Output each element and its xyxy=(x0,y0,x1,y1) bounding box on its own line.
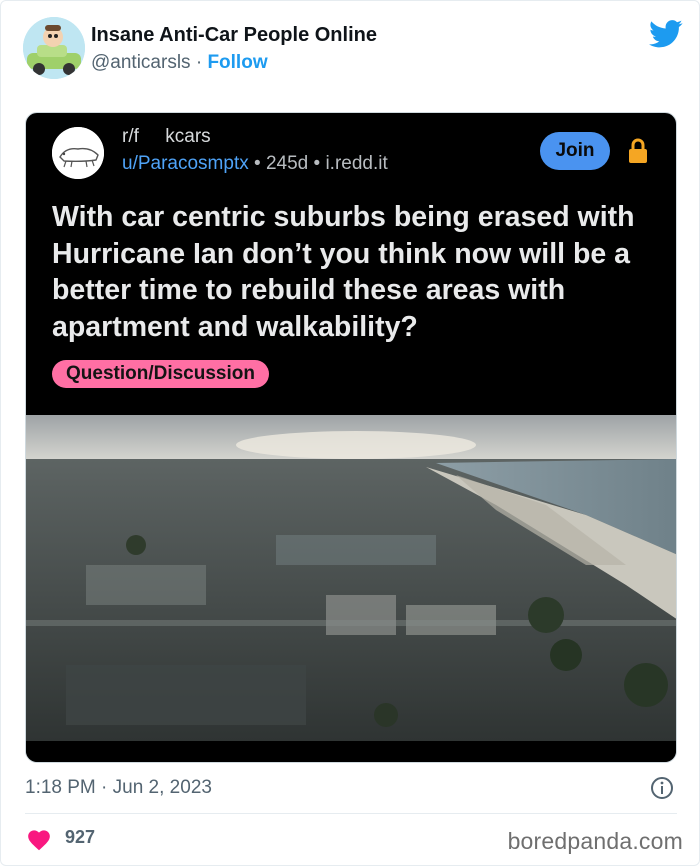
follow-button[interactable]: Follow xyxy=(207,52,267,73)
post-meta: u/Paracosmptx • 245d • i.redd.it xyxy=(122,153,388,175)
reddit-username[interactable]: u/Paracosmptx xyxy=(122,153,249,174)
post-title[interactable]: With car centric suburbs being erased wi… xyxy=(52,199,652,345)
footer-divider xyxy=(25,813,677,814)
meta-bullet: • xyxy=(313,153,321,174)
twitter-bird-icon[interactable] xyxy=(649,19,683,49)
tweet-card: Insane Anti-Car People Online @anticarsl… xyxy=(0,0,700,866)
author-handle[interactable]: @anticarsls xyxy=(91,52,191,73)
lock-icon xyxy=(629,138,647,163)
subreddit-avatar[interactable] xyxy=(52,127,104,179)
like-heart-icon[interactable] xyxy=(26,827,52,851)
post-age: 245d xyxy=(265,153,309,174)
watermark: boredpanda.com xyxy=(507,828,683,854)
author-name[interactable]: Insane Anti-Car People Online xyxy=(91,24,377,47)
post-flair[interactable]: Question/Discussion xyxy=(52,360,269,388)
info-icon[interactable] xyxy=(650,776,674,800)
subreddit-name[interactable]: r/f kcars xyxy=(122,126,211,148)
embedded-reddit-post[interactable]: r/f kcars u/Paracosmptx • 245d • i.redd.… xyxy=(25,112,677,763)
join-button[interactable]: Join xyxy=(540,132,610,170)
meta-bullet: • xyxy=(254,153,261,174)
media-controls-strip xyxy=(26,741,676,762)
handle-separator: · xyxy=(195,52,203,73)
post-source[interactable]: i.redd.it xyxy=(325,153,387,174)
hurricane-aerial-photo[interactable] xyxy=(26,415,677,741)
like-count[interactable]: 927 xyxy=(65,827,95,848)
author-handle-row: @anticarsls · Follow xyxy=(91,52,268,74)
tweet-timestamp[interactable]: 1:18 PM · Jun 2, 2023 xyxy=(25,777,212,799)
author-avatar[interactable] xyxy=(23,17,85,79)
tweet-header: Insane Anti-Car People Online @anticarsl… xyxy=(23,15,683,85)
